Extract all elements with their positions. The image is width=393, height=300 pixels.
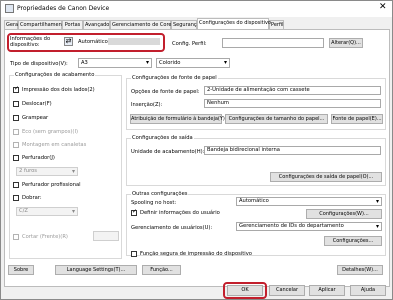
paper-source-button[interactable]: Fonte de papel(E)... bbox=[331, 114, 383, 124]
apply-button[interactable]: Aplicar bbox=[309, 285, 345, 296]
properties-window: Propriedades de Canon Device ✕ Geral Com… bbox=[0, 0, 393, 300]
secure-print-label: Função segura de impressão do dispositiv… bbox=[140, 251, 252, 257]
change-profile-button[interactable]: Alterar(Q)... bbox=[329, 38, 363, 48]
tab-compartilhamento[interactable]: Compartilhamento bbox=[18, 20, 67, 29]
finishing-unit-field[interactable]: Bandeja bidirecional interna bbox=[204, 146, 381, 155]
eco-label: Eco (sem grampos)(I) bbox=[22, 129, 79, 135]
tab-geral[interactable]: Geral bbox=[4, 20, 19, 29]
printer-icon bbox=[5, 4, 14, 13]
paper-size-settings-button[interactable]: Configurações de tamanho do papel... bbox=[225, 114, 328, 124]
saddle-label: Montagem em canaletas bbox=[22, 142, 87, 148]
inserter-field[interactable]: Nenhum bbox=[204, 99, 381, 108]
punch-checkbox[interactable] bbox=[13, 155, 19, 161]
user-mgmt-select[interactable]: Gerenciamento de IDs do departamento bbox=[236, 222, 382, 231]
user-settings-button[interactable]: Configurações(W)... bbox=[306, 209, 382, 219]
duplex-label: Impressão dos dois lados(2) bbox=[22, 87, 95, 93]
offset-checkbox[interactable] bbox=[13, 101, 19, 107]
language-settings-button[interactable]: Language Settings(T)... bbox=[55, 265, 137, 275]
help-button[interactable]: Ajuda bbox=[350, 285, 386, 296]
window-title: Propriedades de Canon Device bbox=[17, 5, 110, 12]
offset-label: Deslocar(F) bbox=[22, 101, 52, 107]
finishing-title: Configurações de acabamento bbox=[14, 72, 96, 78]
saddle-checkbox[interactable] bbox=[13, 142, 19, 148]
staple-checkbox[interactable] bbox=[13, 115, 19, 121]
user-mgmt-label: Gerenciamento de usuários(U): bbox=[131, 225, 213, 231]
output-title: Configurações de saída bbox=[131, 135, 194, 141]
device-type-select[interactable]: A3 bbox=[78, 58, 152, 68]
about-button[interactable]: Sobre bbox=[8, 265, 34, 275]
duplex-checkbox[interactable] bbox=[13, 85, 19, 93]
tab-avancado[interactable]: Avançado bbox=[83, 20, 110, 29]
user-mgmt-settings-button[interactable]: Configurações... bbox=[324, 236, 382, 246]
spooling-select[interactable]: Automático bbox=[236, 197, 382, 206]
punch-select[interactable]: 2 furos bbox=[16, 167, 78, 176]
color-mode-select[interactable]: Colorido bbox=[156, 58, 230, 68]
spooling-label: Spooling no host: bbox=[131, 200, 177, 206]
finishing-unit-label: Unidade de acabamento(H): bbox=[131, 149, 205, 155]
profile-select[interactable] bbox=[222, 38, 324, 48]
pro-punch-checkbox[interactable] bbox=[13, 182, 19, 188]
fold-checkbox[interactable] bbox=[13, 195, 19, 201]
cancel-button[interactable]: Cancelar bbox=[269, 285, 305, 296]
profile-label: Config. Perfil: bbox=[172, 41, 207, 47]
device-name-redacted bbox=[108, 38, 160, 45]
refresh-icon[interactable]: ⇄ bbox=[64, 37, 73, 46]
staple-label: Grampear bbox=[22, 115, 49, 121]
close-icon[interactable]: ✕ bbox=[379, 3, 387, 12]
function-button[interactable]: Função... bbox=[142, 265, 181, 275]
ok-button[interactable]: OK bbox=[227, 285, 263, 296]
details-button[interactable]: Detalhes(W)... bbox=[337, 265, 383, 275]
punch-label: Perfurador(J) bbox=[22, 155, 55, 161]
paper-output-settings-button[interactable]: Configurações de saída de papel(O)... bbox=[270, 172, 382, 182]
secure-print-checkbox[interactable] bbox=[131, 251, 137, 257]
paper-source-title: Configurações de fonte de papel bbox=[131, 75, 218, 81]
inserter-label: Inserção(Z): bbox=[131, 102, 163, 108]
user-info-checkbox[interactable] bbox=[131, 208, 137, 216]
title-bar: Propriedades de Canon Device ✕ bbox=[1, 1, 392, 17]
tab-configuracoes-dispositivo[interactable]: Configurações do dispositivo bbox=[197, 18, 271, 29]
fold-label: Dobrar: bbox=[22, 195, 42, 201]
device-info-value: Automático bbox=[78, 39, 108, 45]
fold-select[interactable]: C/Z bbox=[16, 207, 78, 216]
trim-label: Cortar (Frente)(R) bbox=[22, 234, 68, 240]
paper-options-label: Opções de fonte de papel: bbox=[131, 89, 200, 95]
tab-gerenciamento-cores[interactable]: Gerenciamento de Cores bbox=[110, 20, 174, 29]
tray-assignment-button[interactable]: Atribuição de formulário à bandeja(Y)... bbox=[130, 114, 230, 124]
tab-seguranca[interactable]: Segurança bbox=[171, 20, 200, 29]
tab-perfil[interactable]: Perfil bbox=[269, 20, 284, 29]
trim-checkbox[interactable] bbox=[13, 234, 19, 240]
eco-checkbox[interactable] bbox=[13, 129, 19, 135]
device-type-label: Tipo de dispositivo(V): bbox=[10, 61, 68, 67]
trim-value-field[interactable] bbox=[93, 231, 119, 241]
pro-punch-label: Perfurador profissional bbox=[22, 182, 81, 188]
user-info-label: Definir informações do usuário bbox=[140, 210, 220, 216]
other-settings-title: Outras configurações bbox=[131, 191, 189, 197]
device-info-label: Informações do dispositivo: bbox=[10, 36, 51, 48]
tab-portas[interactable]: Portas bbox=[62, 20, 83, 29]
paper-options-field[interactable]: 2-Unidade de alimentação com cassete bbox=[204, 86, 381, 95]
